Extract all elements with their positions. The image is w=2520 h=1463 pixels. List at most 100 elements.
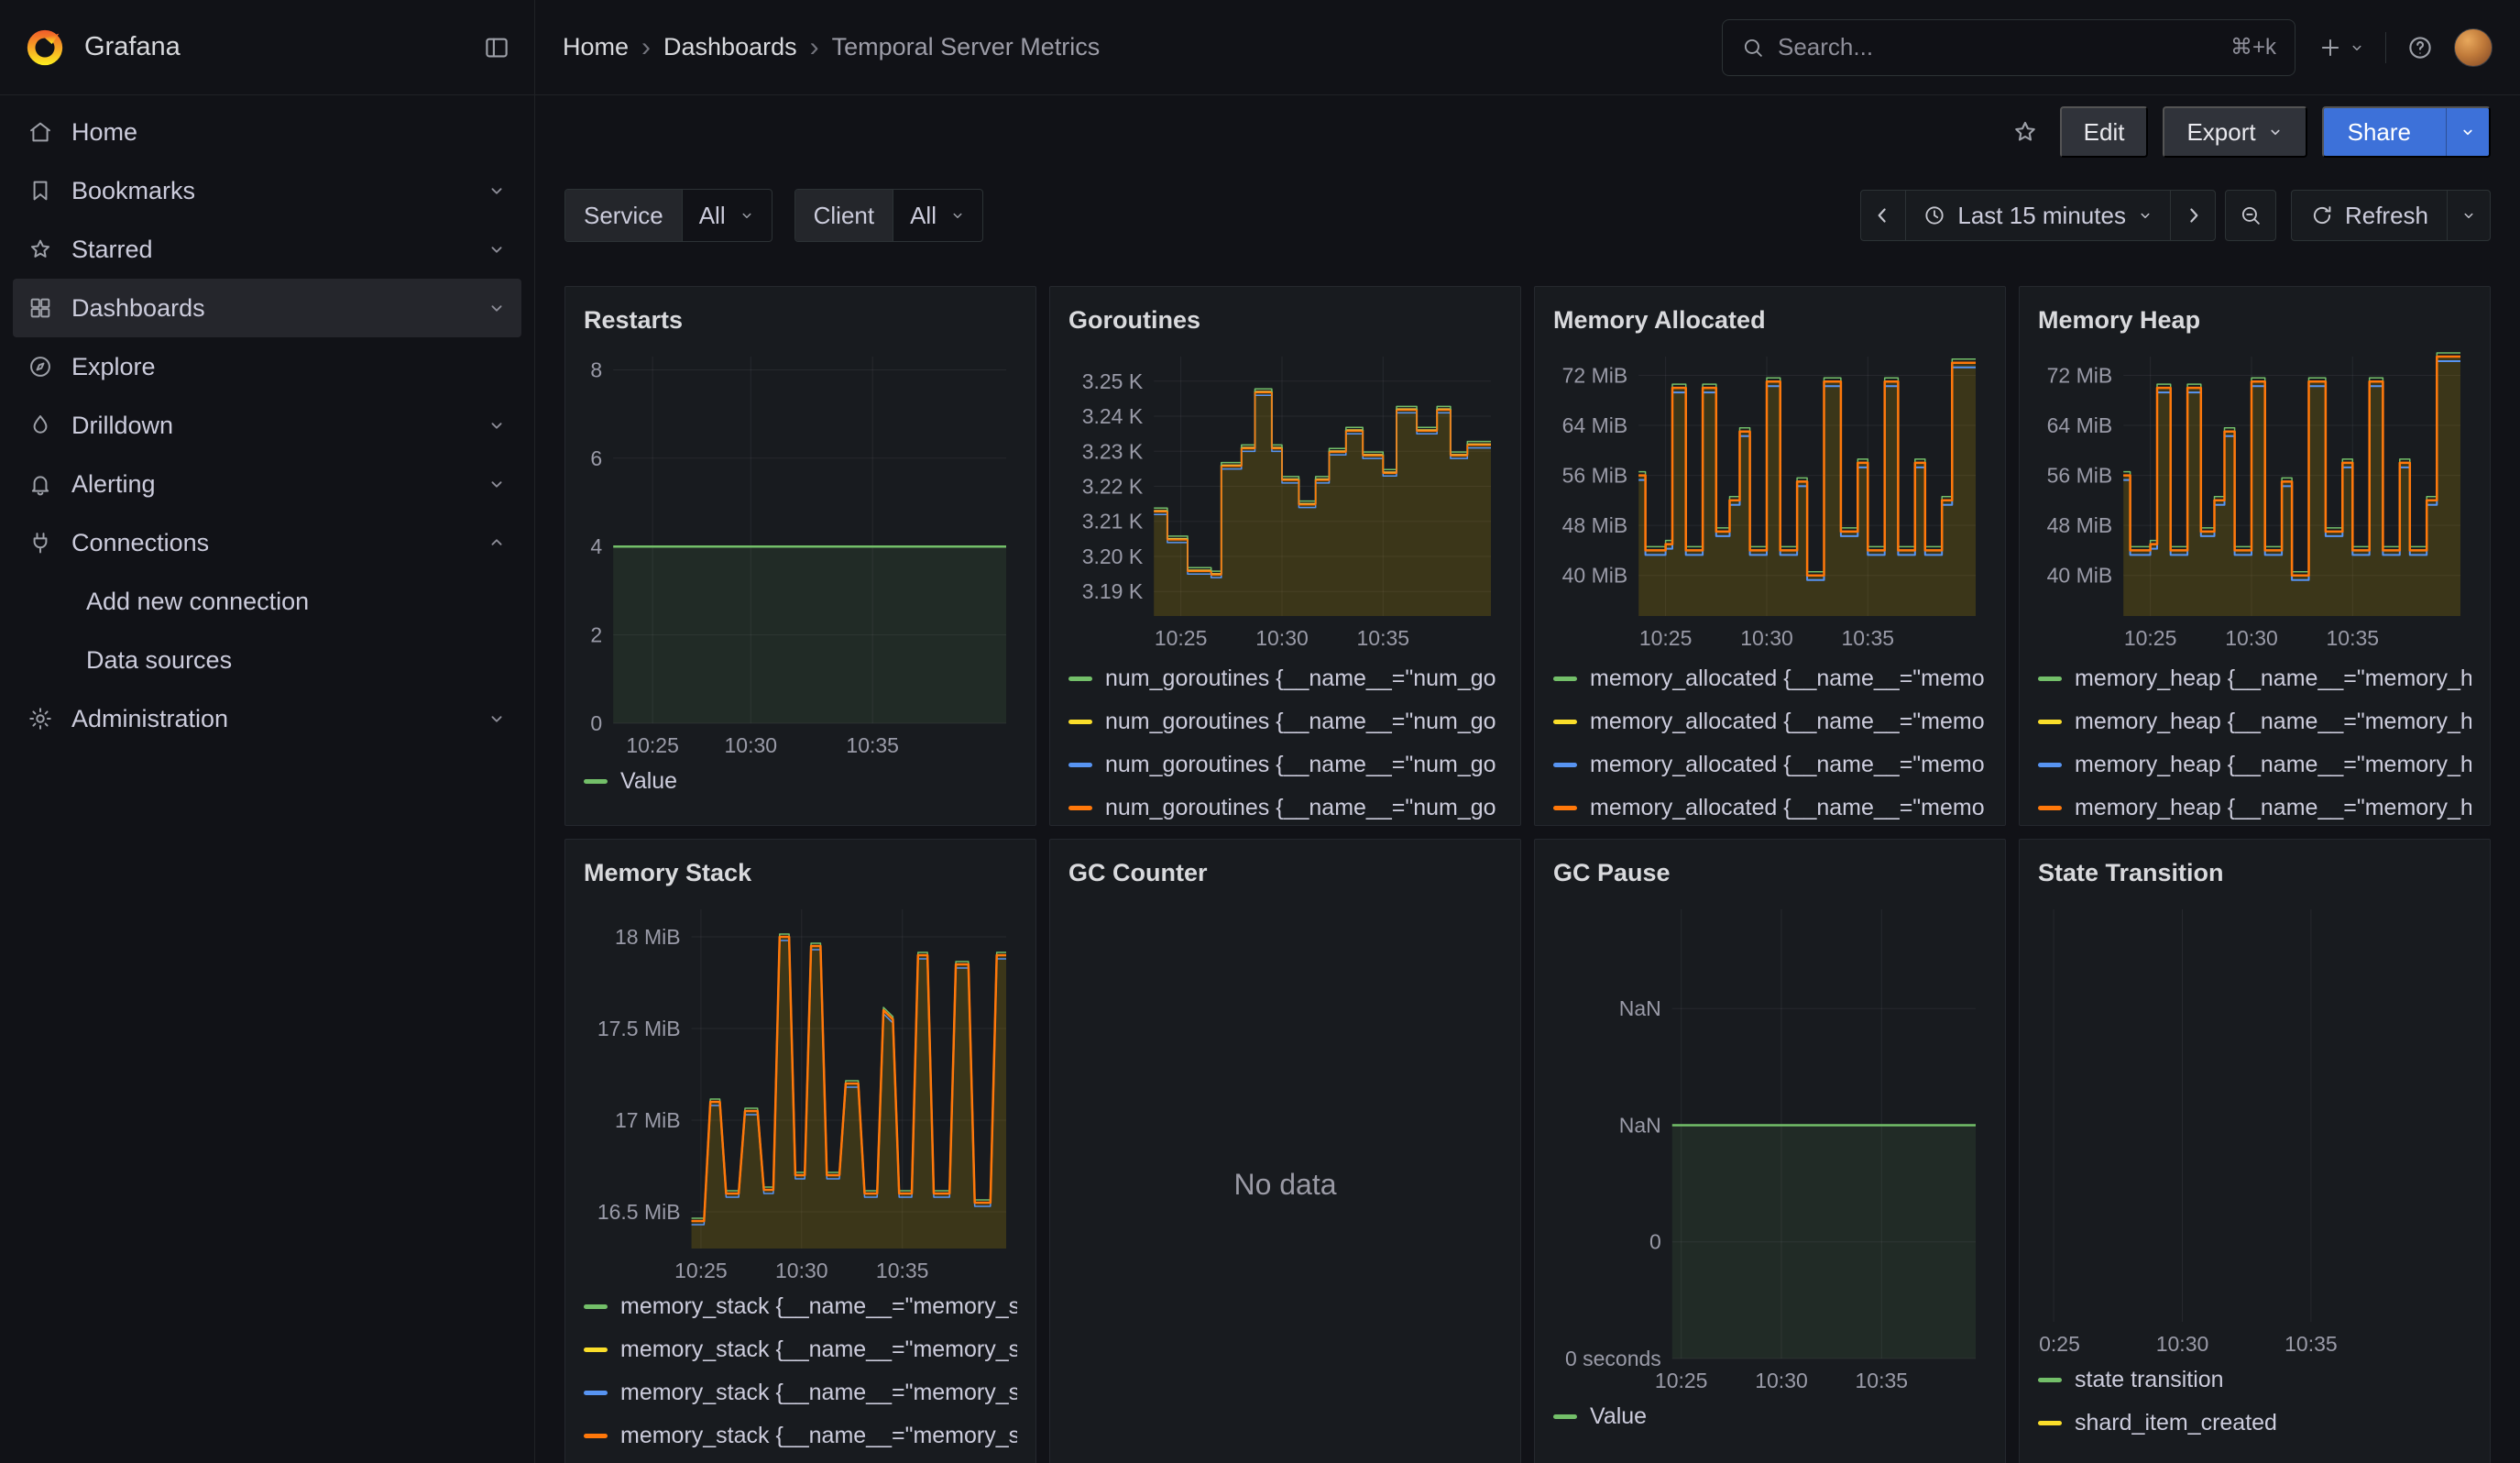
legend-item[interactable]: Value <box>584 760 1017 803</box>
time-range-picker[interactable]: Last 15 minutes <box>1905 190 2171 241</box>
legend-swatch <box>1068 763 1092 767</box>
sidebar-toggle-icon[interactable] <box>483 34 510 61</box>
chevron-down-icon <box>2460 124 2476 140</box>
sidebar-item-label: Explore <box>71 353 156 381</box>
state-transition-chart[interactable]: 10:2510:3010:35 <box>2038 898 2471 1357</box>
sidebar-item-connections[interactable]: Connections <box>13 513 521 572</box>
refresh-button[interactable]: Refresh <box>2291 190 2448 241</box>
legend-label: shard_item_created <box>2075 1410 2277 1436</box>
legend-swatch <box>1068 676 1092 681</box>
panel-title[interactable]: State Transition <box>2038 854 2471 891</box>
dashboards-grid-icon <box>27 295 53 321</box>
restarts-chart[interactable]: 0246810:2510:3010:35 <box>584 346 1017 758</box>
legend-item[interactable]: memory_allocated {__name__="memo <box>1553 786 1987 826</box>
legend-swatch <box>584 779 608 784</box>
panel-title[interactable]: Goroutines <box>1068 302 1502 338</box>
brand[interactable]: Grafana <box>24 27 181 69</box>
sidebar-item-bookmarks[interactable]: Bookmarks <box>13 161 521 220</box>
panel-title[interactable]: Memory Allocated <box>1553 302 1987 338</box>
sidebar-item-alerting[interactable]: Alerting <box>13 455 521 513</box>
share-menu-caret[interactable] <box>2446 108 2489 156</box>
search-box[interactable]: ⌘+k <box>1722 19 2295 76</box>
legend-item[interactable]: memory_stack {__name__="memory_s <box>584 1285 1017 1328</box>
sidebar-item-starred[interactable]: Starred <box>13 220 521 279</box>
search-input[interactable] <box>1778 33 2218 61</box>
legend-item[interactable]: num_goroutines {__name__="num_go <box>1068 657 1502 700</box>
refresh-icon <box>2310 204 2334 227</box>
bookmark-icon <box>27 178 53 204</box>
sidebar-item-label: Bookmarks <box>71 177 195 205</box>
legend-item[interactable]: state transition <box>2038 1358 2471 1402</box>
search-icon <box>1741 36 1765 60</box>
breadcrumb: Home › Dashboards › Temporal Server Metr… <box>563 32 1100 63</box>
legend-item[interactable]: memory_heap {__name__="memory_h <box>2038 657 2471 700</box>
memory-stack-chart[interactable]: 16.5 MiB17 MiB17.5 MiB18 MiB10:2510:3010… <box>584 898 1017 1283</box>
time-shift-back-button[interactable] <box>1860 190 1906 241</box>
sidebar-item-data-sources[interactable]: Data sources <box>13 631 521 689</box>
client-variable-value[interactable]: All <box>893 190 982 241</box>
favorite-star-button[interactable] <box>2005 112 2045 152</box>
svg-text:40 MiB: 40 MiB <box>1562 564 1628 588</box>
edit-button[interactable]: Edit <box>2060 106 2149 158</box>
refresh-interval-caret[interactable] <box>2447 190 2491 241</box>
svg-text:10:35: 10:35 <box>1842 626 1895 650</box>
svg-text:10:30: 10:30 <box>1255 626 1309 650</box>
chevron-down-icon <box>949 207 966 224</box>
legend: memory_stack {__name__="memory_s memory_s… <box>584 1285 1017 1458</box>
legend-label: num_goroutines {__name__="num_go <box>1105 752 1496 778</box>
legend-item[interactable]: memory_allocated {__name__="memo <box>1553 657 1987 700</box>
svg-text:10:30: 10:30 <box>775 1259 828 1282</box>
panel-title[interactable]: Memory Heap <box>2038 302 2471 338</box>
service-variable-value[interactable]: All <box>683 190 772 241</box>
time-shift-forward-button[interactable] <box>2170 190 2216 241</box>
sidebar-item-home[interactable]: Home <box>13 103 521 161</box>
legend-label: memory_stack {__name__="memory_s <box>620 1423 1017 1449</box>
legend: num_goroutines {__name__="num_gonum_goro… <box>1068 657 1502 826</box>
svg-text:10:35: 10:35 <box>2284 1332 2338 1356</box>
svg-text:0: 0 <box>590 711 602 735</box>
legend-item[interactable]: memory_stack {__name__="memory_s <box>584 1414 1017 1458</box>
memory-heap-chart[interactable]: 40 MiB48 MiB56 MiB64 MiB72 MiB10:2510:30… <box>2038 346 2471 655</box>
svg-text:8: 8 <box>590 358 602 382</box>
legend-label: memory_stack {__name__="memory_s <box>620 1336 1017 1363</box>
sidebar-item-administration[interactable]: Administration <box>13 689 521 748</box>
legend-item[interactable]: memory_heap {__name__="memory_h <box>2038 700 2471 743</box>
legend-item[interactable]: memory_allocated {__name__="memo <box>1553 700 1987 743</box>
sidebar-item-label: Data sources <box>86 646 232 675</box>
legend-swatch <box>584 1391 608 1395</box>
sidebar-item-label: Home <box>71 118 137 147</box>
zoom-out-button[interactable] <box>2225 190 2276 241</box>
legend-label: memory_stack {__name__="memory_s <box>620 1293 1017 1320</box>
breadcrumb-dashboards[interactable]: Dashboards <box>663 33 797 61</box>
share-button[interactable]: Share <box>2322 106 2491 158</box>
panel-title[interactable]: GC Pause <box>1553 854 1987 891</box>
sidebar-item-explore[interactable]: Explore <box>13 337 521 396</box>
user-avatar[interactable] <box>2454 28 2493 67</box>
breadcrumb-home[interactable]: Home <box>563 33 629 61</box>
legend-item[interactable]: memory_stack {__name__="memory_s <box>584 1328 1017 1371</box>
new-menu-button[interactable] <box>2317 35 2365 60</box>
svg-text:0: 0 <box>1649 1230 1661 1254</box>
sidebar-item-dashboards[interactable]: Dashboards <box>13 279 521 337</box>
export-button[interactable]: Export <box>2163 106 2306 158</box>
legend-item[interactable]: memory_heap {__name__="memory_h <box>2038 743 2471 786</box>
panel-title[interactable]: Memory Stack <box>584 854 1017 891</box>
legend-item[interactable]: Value <box>1553 1395 1987 1438</box>
legend-item[interactable]: num_goroutines {__name__="num_go <box>1068 786 1502 826</box>
memory-allocated-chart[interactable]: 40 MiB48 MiB56 MiB64 MiB72 MiB10:2510:30… <box>1553 346 1987 655</box>
panel-title[interactable]: GC Counter <box>1068 854 1502 891</box>
legend-item[interactable]: shard_item_created <box>2038 1402 2471 1445</box>
legend-item[interactable]: memory_heap {__name__="memory_h <box>2038 786 2471 826</box>
bell-icon <box>27 471 53 497</box>
help-icon[interactable] <box>2406 34 2434 61</box>
gc-pause-chart[interactable]: NaNNaN00 seconds10:2510:3010:35 <box>1553 898 1987 1393</box>
panel-title[interactable]: Restarts <box>584 302 1017 338</box>
legend-item[interactable]: memory_stack {__name__="memory_s <box>584 1371 1017 1414</box>
legend-item[interactable]: num_goroutines {__name__="num_go <box>1068 743 1502 786</box>
legend-item[interactable]: num_goroutines {__name__="num_go <box>1068 700 1502 743</box>
sidebar-item-add-new-connection[interactable]: Add new connection <box>13 572 521 631</box>
legend-swatch <box>1553 676 1577 681</box>
legend-item[interactable]: memory_allocated {__name__="memo <box>1553 743 1987 786</box>
sidebar-item-drilldown[interactable]: Drilldown <box>13 396 521 455</box>
goroutines-chart[interactable]: 3.19 K3.20 K3.21 K3.22 K3.23 K3.24 K3.25… <box>1068 346 1502 655</box>
